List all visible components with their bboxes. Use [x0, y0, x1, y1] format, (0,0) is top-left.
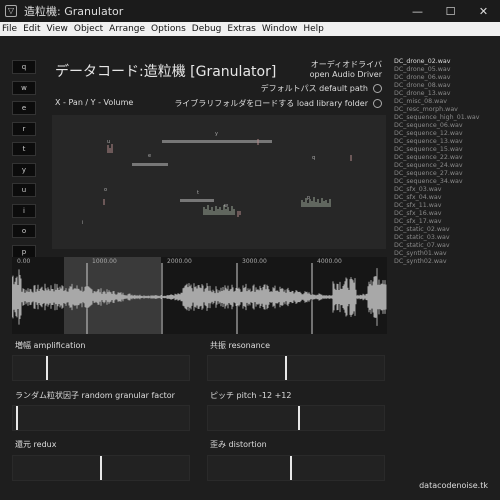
load-library-option[interactable]: ライブラリフォルダをロードする load library folder — [174, 98, 382, 109]
list-item[interactable]: DC_synth02.wav — [394, 258, 494, 266]
amplification-slider[interactable] — [12, 355, 190, 381]
audio-driver-button[interactable]: オーディオドライバ open Audio Driver — [232, 60, 382, 80]
list-item[interactable]: DC_sequence_06.wav — [394, 122, 494, 130]
menu-arrange[interactable]: Arrange — [109, 24, 149, 34]
timeline-label: 2000.00 — [167, 258, 192, 265]
audio-driver-label-jp: オーディオドライバ — [310, 60, 382, 69]
list-item[interactable]: DC_static_03.wav — [394, 234, 494, 242]
xy-pad[interactable]: y e t u o q w i p — [52, 115, 386, 249]
list-item[interactable]: DC_sequence_24.wav — [394, 162, 494, 170]
close-button[interactable]: ✕ — [467, 0, 500, 22]
resonance-label: 共振 resonance — [210, 341, 271, 350]
list-item[interactable]: DC_static_02.wav — [394, 226, 494, 234]
menu-options[interactable]: Options — [151, 24, 190, 34]
timeline-label: 3000.00 — [242, 258, 267, 265]
list-item[interactable]: DC_sfx_11.wav — [394, 202, 494, 210]
key-y-button[interactable]: y — [12, 163, 36, 177]
list-item[interactable]: DC_sequence_15.wav — [394, 146, 494, 154]
menu-bar: File Edit View Object Arrange Options De… — [0, 22, 500, 36]
timeline-label: 0.00 — [17, 258, 31, 265]
list-item[interactable]: DC_sequence_34.wav — [394, 178, 494, 186]
distortion-slider[interactable] — [207, 455, 385, 481]
redux-slider[interactable] — [12, 455, 190, 481]
list-item[interactable]: DC_misc_08.wav — [394, 98, 494, 106]
key-i-button[interactable]: i — [12, 204, 36, 218]
pitch-label: ピッチ pitch -12 +12 — [210, 391, 292, 400]
default-path-option[interactable]: デフォルトパス default path — [261, 83, 382, 94]
random-granular-label: ランダム粒状因子 random granular factor — [15, 391, 175, 400]
menu-extras[interactable]: Extras — [227, 24, 259, 34]
key-u-button[interactable]: u — [12, 183, 36, 197]
list-item[interactable]: DC_sequence_13.wav — [394, 138, 494, 146]
waveform-graph — [12, 257, 387, 334]
list-item[interactable]: DC_drone_06.wav — [394, 74, 494, 82]
site-credit: datacodenoise.tk — [419, 481, 488, 490]
slider-handle[interactable] — [46, 356, 48, 380]
timeline-label: 4000.00 — [317, 258, 342, 265]
list-item[interactable]: DC_resc_morph.wav — [394, 106, 494, 114]
menu-edit[interactable]: Edit — [23, 24, 44, 34]
menu-window[interactable]: Window — [262, 24, 302, 34]
pitch-slider[interactable] — [207, 405, 385, 431]
list-item[interactable]: DC_synth01.wav — [394, 250, 494, 258]
key-o-button[interactable]: o — [12, 224, 36, 238]
distortion-label: 歪み distortion — [210, 440, 267, 449]
list-item[interactable]: DC_drone_13.wav — [394, 90, 494, 98]
waveform-display[interactable]: 0.00 1000.00 2000.00 3000.00 4000.00 — [12, 257, 387, 334]
random-granular-slider[interactable] — [12, 405, 190, 431]
app-icon: ▽ — [5, 5, 17, 17]
list-item[interactable]: DC_drone_02.wav — [394, 58, 494, 66]
load-library-toggle[interactable] — [373, 99, 382, 108]
key-e-button[interactable]: e — [12, 101, 36, 115]
resonance-slider[interactable] — [207, 355, 385, 381]
default-path-label: デフォルトパス default path — [260, 84, 368, 93]
window-title: 造粒機: Granulator — [24, 5, 124, 18]
minimize-button[interactable]: — — [401, 0, 434, 22]
list-item[interactable]: DC_static_07.wav — [394, 242, 494, 250]
list-item[interactable]: DC_sequence_27.wav — [394, 170, 494, 178]
slider-handle[interactable] — [16, 406, 18, 430]
list-item[interactable]: DC_sequence_22.wav — [394, 154, 494, 162]
xy-pad-label: X - Pan / Y - Volume — [55, 98, 134, 107]
sample-file-list[interactable]: DC_drone_02.wav DC_drone_05.wav DC_drone… — [394, 58, 494, 266]
list-item[interactable]: DC_sfx_04.wav — [394, 194, 494, 202]
menu-object[interactable]: Object — [74, 24, 107, 34]
list-item[interactable]: DC_sfx_03.wav — [394, 186, 494, 194]
key-q-button[interactable]: q — [12, 60, 36, 74]
list-item[interactable]: DC_sfx_16.wav — [394, 210, 494, 218]
window-titlebar: ▽ 造粒機: Granulator — ☐ ✕ — [0, 0, 500, 22]
maximize-button[interactable]: ☐ — [434, 0, 467, 22]
list-item[interactable]: DC_drone_05.wav — [394, 66, 494, 74]
menu-help[interactable]: Help — [303, 24, 328, 34]
timeline-label: 1000.00 — [92, 258, 117, 265]
key-r-button[interactable]: r — [12, 122, 36, 136]
list-item[interactable]: DC_drone_08.wav — [394, 82, 494, 90]
slider-handle[interactable] — [285, 356, 287, 380]
slider-handle[interactable] — [100, 456, 102, 480]
load-library-label: ライブラリフォルダをロードする load library folder — [174, 99, 368, 108]
menu-view[interactable]: View — [47, 24, 72, 34]
slider-handle[interactable] — [290, 456, 292, 480]
grain-cluster-layer — [103, 139, 352, 217]
audio-driver-label-en: open Audio Driver — [309, 70, 382, 79]
amplification-label: 増幅 amplification — [15, 341, 86, 350]
menu-debug[interactable]: Debug — [192, 24, 226, 34]
list-item[interactable]: DC_sfx_17.wav — [394, 218, 494, 226]
key-w-button[interactable]: w — [12, 81, 36, 95]
default-path-toggle[interactable] — [373, 84, 382, 93]
slider-handle[interactable] — [298, 406, 300, 430]
redux-label: 還元 redux — [15, 440, 57, 449]
key-t-button[interactable]: t — [12, 142, 36, 156]
list-item[interactable]: DC_sequence_12.wav — [394, 130, 494, 138]
menu-file[interactable]: File — [2, 24, 21, 34]
window-controls: — ☐ ✕ — [401, 0, 500, 22]
list-item[interactable]: DC_sequence_high_01.wav — [394, 114, 494, 122]
